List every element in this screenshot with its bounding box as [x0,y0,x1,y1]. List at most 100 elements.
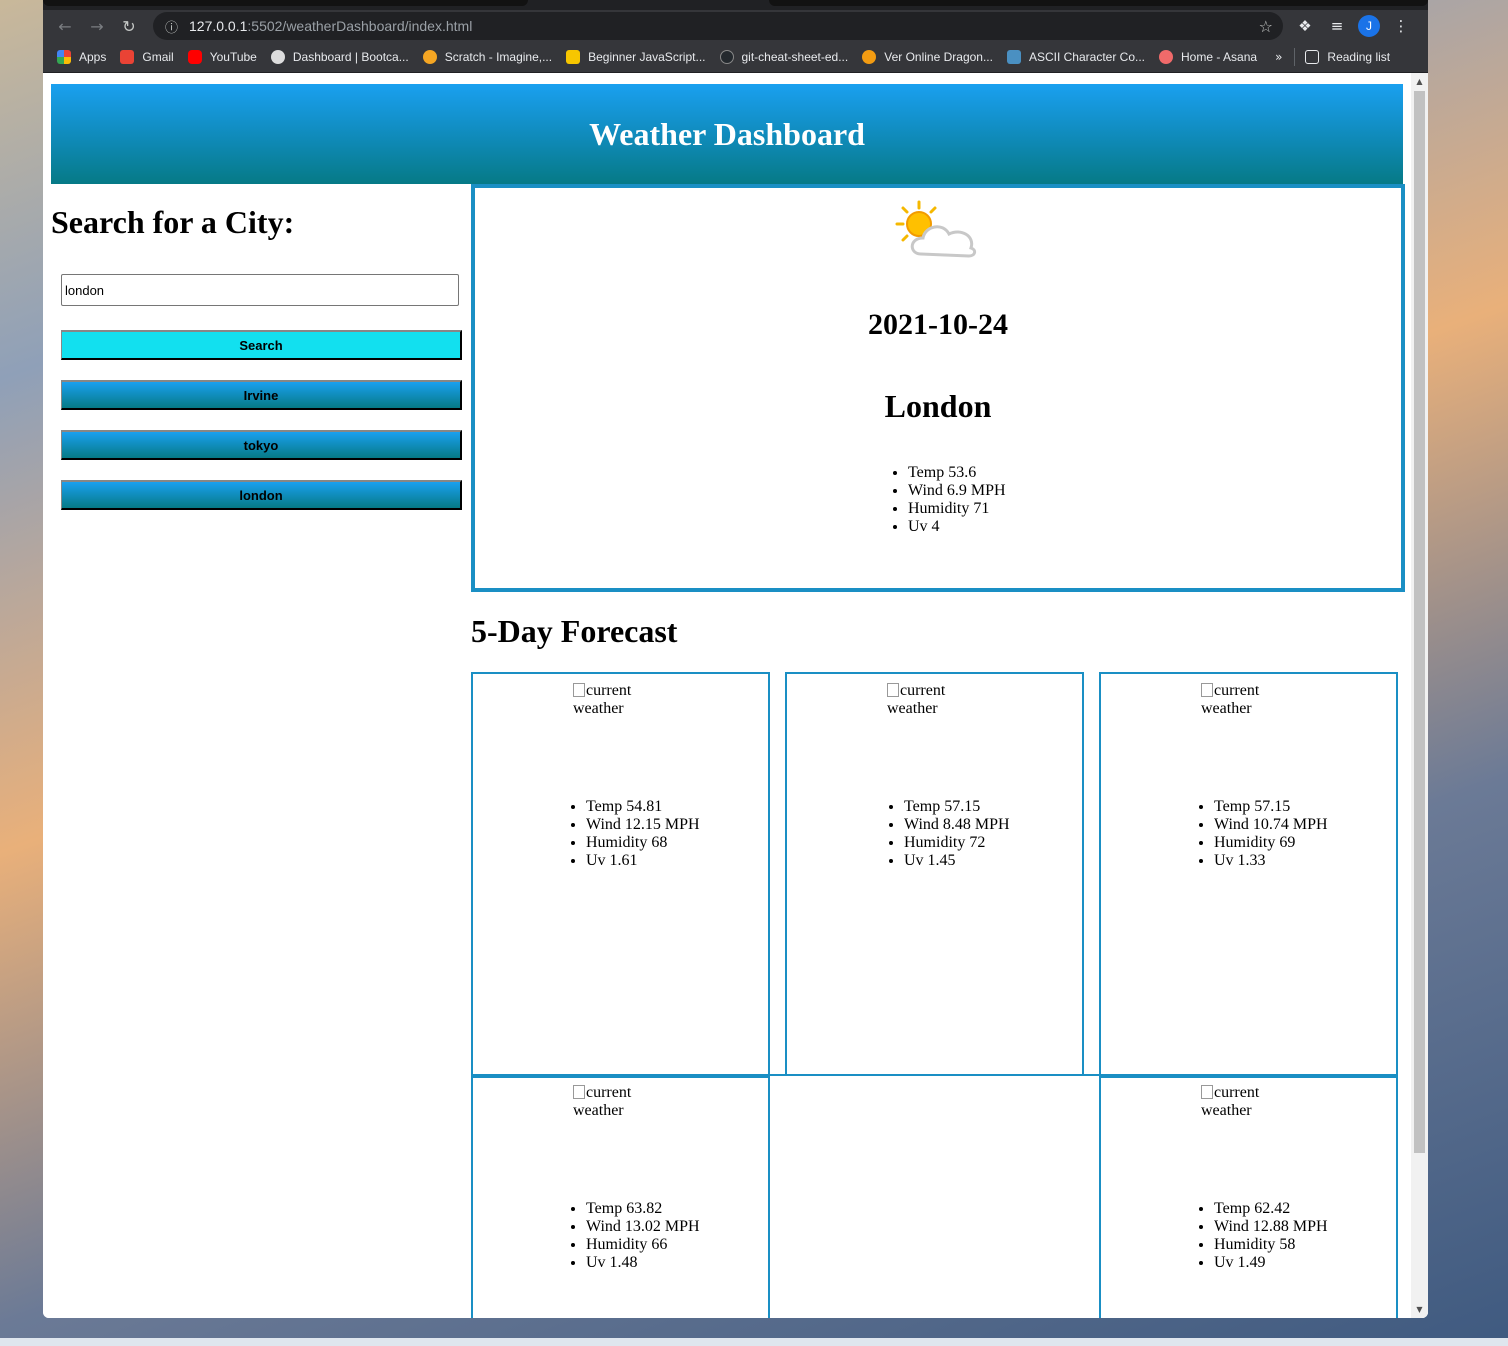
youtube-icon [187,50,202,64]
forecast-humidity: Humidity 68 [586,834,700,852]
forecast-wind: Wind 10.74 MPH [1214,816,1328,834]
dragon-ball-icon [862,50,877,64]
forecast-title: 5-Day Forecast [471,613,678,649]
media-queue-icon[interactable]: ≡ [1321,17,1353,35]
ascii-site-icon [1006,50,1021,64]
forecast-image-broken: current weather [573,682,632,717]
bookmark-beginner-javascript[interactable]: Beginner JavaScript... [566,50,706,64]
bookmark-git-cheat-sheet[interactable]: git-cheat-sheet-ed... [719,50,848,64]
menu-kebab-icon[interactable]: ⋮ [1385,17,1417,35]
forward-arrow-icon[interactable]: → [81,10,113,42]
history-button-tokyo[interactable]: tokyo [61,430,462,460]
globe-icon [270,50,285,64]
forecast-image-broken: current weather [887,682,946,717]
url-host: 127.0.0.1 [189,18,248,34]
forecast-temp: Temp 62.42 [1214,1200,1328,1218]
bookmark-ascii-character[interactable]: ASCII Character Co... [1006,50,1145,64]
gmail-icon [120,50,135,64]
profile-avatar[interactable]: J [1358,15,1380,37]
reading-list-icon [1305,50,1320,64]
github-icon [719,50,734,64]
bookmark-scratch[interactable]: Scratch - Imagine,... [422,50,552,64]
crown-icon [566,50,581,64]
forecast-uv: Uv 1.48 [586,1254,700,1272]
tab-strip [43,0,1428,10]
page-scrollbar[interactable]: ▲ ▼ [1411,73,1428,1318]
broken-image-icon [887,683,899,697]
current-city: London [884,388,992,424]
bookmark-dashboard-bootcamp[interactable]: Dashboard | Bootca... [270,50,409,64]
page-viewport: Weather Dashboard Search for a City: Sea… [43,73,1428,1318]
site-info-icon[interactable]: ⓘ [165,17,183,36]
broken-image-icon [1201,1085,1213,1099]
forecast-wind: Wind 12.15 MPH [586,816,700,834]
bookmarks-overflow-chevron-icon[interactable]: » [1275,50,1282,64]
current-stats-list: Temp 53.6 Wind 6.9 MPH Humidity 71 Uv 4 [908,464,1006,536]
forecast-card-2: current weather Temp 57.15 Wind 8.48 MPH… [785,672,1084,1076]
forecast-card-1: current weather Temp 54.81 Wind 12.15 MP… [471,672,770,1077]
page-header: Weather Dashboard [51,84,1403,184]
bookmarks-divider [1294,48,1296,66]
bookmark-dragon-ball[interactable]: Ver Online Dragon... [862,50,993,64]
broken-image-icon [1201,683,1213,697]
reading-list[interactable]: Reading list [1305,50,1390,64]
current-uv: Uv 4 [908,518,1006,536]
broken-image-icon [573,1085,585,1099]
bookmark-star-icon[interactable]: ☆ [1259,17,1273,36]
address-bar[interactable]: ⓘ 127.0.0.1:5502/weatherDashboard/index.… [153,12,1283,40]
bookmark-gmail[interactable]: Gmail [120,50,174,64]
desktop-taskbar-edge [0,1338,1508,1346]
tab-left[interactable] [43,0,528,6]
forecast-stats-list: Temp 62.42 Wind 12.88 MPH Humidity 58 Uv… [1214,1200,1328,1272]
apps-grid-icon [57,50,71,64]
browser-window: ← → ↻ ⓘ 127.0.0.1:5502/weatherDashboard/… [43,0,1428,1318]
forecast-temp: Temp 57.15 [1214,798,1328,816]
extensions-puzzle-icon[interactable]: ❖ [1289,17,1321,35]
bookmark-youtube[interactable]: YouTube [187,50,257,64]
forecast-wind: Wind 8.48 MPH [904,816,1010,834]
forecast-image-broken: current weather [1201,1084,1260,1119]
partly-cloudy-icon [895,200,977,258]
current-date: 2021-10-24 [868,308,1008,341]
search-button[interactable]: Search [61,330,462,360]
history-button-london[interactable]: london [61,480,462,510]
asana-icon [1159,50,1174,64]
forecast-row-divider [770,1074,1099,1076]
scroll-up-arrow-icon[interactable]: ▲ [1411,77,1428,86]
back-arrow-icon[interactable]: ← [49,10,81,42]
forecast-uv: Uv 1.61 [586,852,700,870]
current-weather-card: 2021-10-24 London Temp 53.6 Wind 6.9 MPH… [471,184,1405,592]
forecast-card-5: current weather Temp 62.42 Wind 12.88 MP… [1099,1074,1398,1318]
forecast-image-broken: current weather [573,1084,632,1119]
bookmark-apps[interactable]: Apps [57,50,106,64]
current-humidity: Humidity 71 [908,500,1006,518]
city-search-input[interactable] [61,274,459,306]
forecast-humidity: Humidity 58 [1214,1236,1328,1254]
broken-image-icon [573,683,585,697]
forecast-temp: Temp 54.81 [586,798,700,816]
forecast-uv: Uv 1.33 [1214,852,1328,870]
forecast-image-broken: current weather [1201,682,1260,717]
forecast-humidity: Humidity 66 [586,1236,700,1254]
forecast-stats-list: Temp 63.82 Wind 13.02 MPH Humidity 66 Uv… [586,1200,700,1272]
reload-icon[interactable]: ↻ [113,10,145,42]
scrollbar-thumb[interactable] [1414,91,1425,1153]
browser-toolbar: ← → ↻ ⓘ 127.0.0.1:5502/weatherDashboard/… [43,10,1428,42]
forecast-stats-list: Temp 57.15 Wind 8.48 MPH Humidity 72 Uv … [904,798,1010,870]
forecast-humidity: Humidity 72 [904,834,1010,852]
forecast-stats-list: Temp 54.81 Wind 12.15 MPH Humidity 68 Uv… [586,798,700,870]
search-heading: Search for a City: [51,204,295,240]
forecast-wind: Wind 13.02 MPH [586,1218,700,1236]
scroll-down-arrow-icon[interactable]: ▼ [1411,1305,1428,1314]
forecast-uv: Uv 1.45 [904,852,1010,870]
bookmarks-bar: Apps Gmail YouTube Dashboard | Bootca...… [43,42,1428,73]
forecast-card-3: current weather Temp 57.15 Wind 10.74 MP… [1099,672,1398,1077]
forecast-temp: Temp 63.82 [586,1200,700,1218]
forecast-card-4: current weather Temp 63.82 Wind 13.02 MP… [471,1074,770,1318]
url-path: :5502/weatherDashboard/index.html [247,18,473,34]
tab-right[interactable] [769,0,1428,6]
history-button-irvine[interactable]: Irvine [61,380,462,410]
scratch-icon [422,50,437,64]
bookmark-asana[interactable]: Home - Asana [1159,50,1257,64]
forecast-temp: Temp 57.15 [904,798,1010,816]
